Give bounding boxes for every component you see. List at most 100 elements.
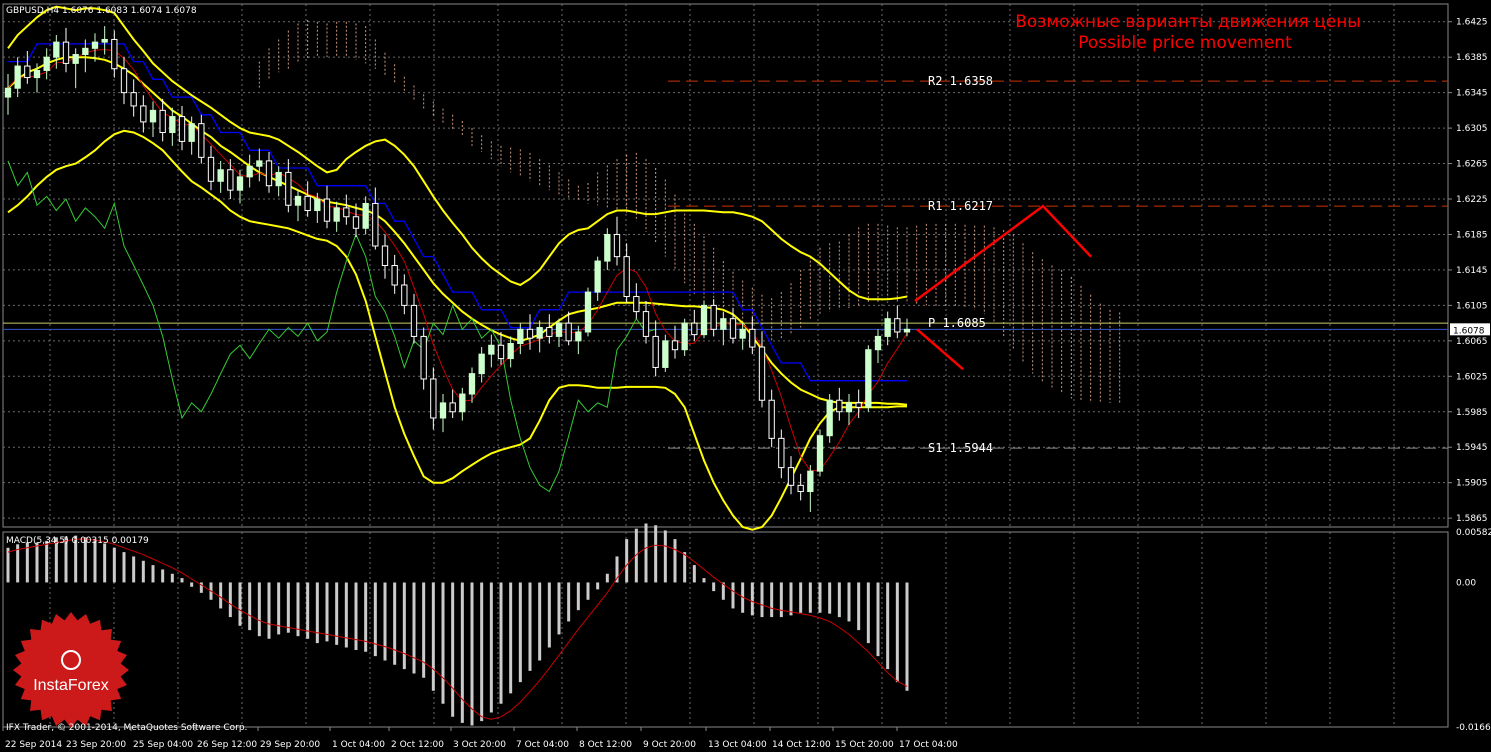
candle-body: [671, 340, 679, 351]
candle-body: [633, 296, 640, 313]
candle-body: [207, 156, 215, 182]
forecast-arrows: [914, 204, 1092, 371]
y-tick-label: 1.6305: [1456, 124, 1488, 134]
macd-panel-frame: [2, 531, 1449, 728]
y-tick-label: 1.5985: [1456, 408, 1488, 418]
x-tick-label: 26 Sep 12:00: [197, 740, 257, 750]
candle-body: [265, 160, 273, 187]
candle-body: [449, 402, 456, 413]
candle-body: [149, 109, 157, 123]
pivot-levels: R2 1.6358 R1 1.6217 P 1.6085 S1 1.5944 1.607…: [3, 74, 1490, 455]
candle-body: [24, 65, 31, 79]
candle-body: [459, 393, 466, 413]
candle-body: [420, 335, 427, 380]
candle-body: [691, 322, 698, 336]
kijun-line: [8, 43, 907, 382]
bollinger-upper-line: [7, 5, 908, 301]
candle-body: [314, 198, 321, 212]
level-label-s1: S1 1.5944: [928, 441, 993, 455]
level-label-p: P 1.6085: [928, 316, 986, 330]
x-tick-label: 14 Oct 12:00: [772, 740, 831, 750]
candle-body: [517, 328, 524, 345]
forecast-up-path: [914, 204, 1092, 302]
candle-body: [845, 402, 853, 413]
candle-body: [681, 322, 688, 351]
y-tick-label: 1.5865: [1456, 514, 1488, 524]
level-label-r2: R2 1.6358: [928, 74, 993, 88]
y-tick-label: 1.6145: [1456, 266, 1488, 276]
candle-body: [575, 331, 582, 342]
candle-body: [72, 54, 79, 64]
instaforex-logo: InstaForex: [13, 612, 129, 728]
level-label-r1: R1 1.6217: [928, 199, 993, 213]
candle-body: [14, 65, 21, 89]
candle-body: [101, 38, 108, 43]
candle-body: [526, 328, 534, 339]
candle-body: [401, 284, 408, 306]
candle-body: [304, 195, 311, 212]
candle-body: [391, 265, 398, 286]
y-tick-label: 1.6385: [1456, 53, 1488, 63]
candle-body: [729, 318, 737, 339]
candle-body: [507, 343, 514, 360]
x-tick-label: 29 Sep 20:00: [260, 740, 320, 750]
annotation-ru: Возможные варианты движения цены: [1015, 12, 1361, 32]
y-tick-label: 1.6185: [1456, 230, 1488, 240]
annotation-en: Possible price movement: [1078, 33, 1292, 53]
candle-body: [362, 202, 369, 229]
symbol-header: GBPUSD,H4 1.6076 1.6083 1.6074 1.6078: [6, 6, 197, 16]
axes: 1.6425 1.6385 1.6345 1.6305 1.6265 1.6225 1.61…: [2, 18, 1491, 750]
candle-body: [768, 399, 775, 439]
y-tick-label: 1.6345: [1456, 89, 1488, 99]
candle-body: [739, 328, 746, 339]
macd-y-tick-label: 0.00582: [1456, 528, 1491, 538]
candle-body: [140, 105, 147, 123]
x-tick-label: 2 Oct 12:00: [391, 740, 444, 750]
y-tick-label: 1.6065: [1456, 337, 1488, 347]
candle-body: [758, 346, 766, 401]
candle-body: [178, 116, 186, 142]
candle-body: [33, 69, 41, 79]
candle-body: [488, 344, 495, 355]
y-tick-label: 1.6425: [1456, 18, 1488, 28]
candle-body: [91, 41, 99, 49]
candle-body: [333, 207, 340, 222]
candle-body: [497, 344, 505, 360]
candle-body: [652, 335, 659, 368]
candle-body: [807, 470, 814, 493]
candle-body: [236, 176, 244, 191]
candles: [4, 26, 911, 512]
candle-body: [536, 327, 543, 339]
candle-body: [642, 311, 650, 337]
x-tick-label: 23 Sep 20:00: [66, 740, 126, 750]
candle-body: [323, 198, 331, 222]
macd-header: MACD(5,34,5) 0.00315 0.00179: [6, 536, 149, 546]
candle-body: [82, 47, 89, 56]
candle-body: [198, 123, 205, 158]
x-tick-label: 22 Sep 2014: [5, 740, 62, 750]
bollinger-lower-line: [7, 129, 907, 531]
candle-body: [381, 245, 389, 267]
candle-body: [478, 353, 485, 375]
candle-body: [53, 41, 60, 58]
candle-body: [797, 484, 804, 493]
candle-body: [217, 169, 224, 182]
x-tick-label: 13 Oct 04:00: [708, 740, 767, 750]
candle-body: [584, 291, 592, 333]
candle-body: [372, 202, 379, 247]
y-tick-label: 1.5905: [1456, 479, 1488, 489]
x-tick-label: 8 Oct 12:00: [579, 740, 632, 750]
candle-body: [275, 171, 282, 187]
y-tick-label: 1.6265: [1456, 160, 1488, 170]
logo-text: InstaForex: [33, 677, 109, 694]
candle-body: [787, 467, 795, 486]
macd-y-tick-label: -0.01668: [1456, 723, 1491, 733]
candle-body: [836, 399, 843, 413]
candle-body: [778, 437, 785, 469]
macd-y-tick-label: 0.00: [1456, 578, 1476, 588]
candle-body: [410, 304, 418, 337]
candle-body: [130, 92, 137, 107]
x-tick-label: 1 Oct 04:00: [332, 740, 385, 750]
candle-body: [188, 123, 195, 142]
x-tick-label: 15 Oct 20:00: [835, 740, 894, 750]
